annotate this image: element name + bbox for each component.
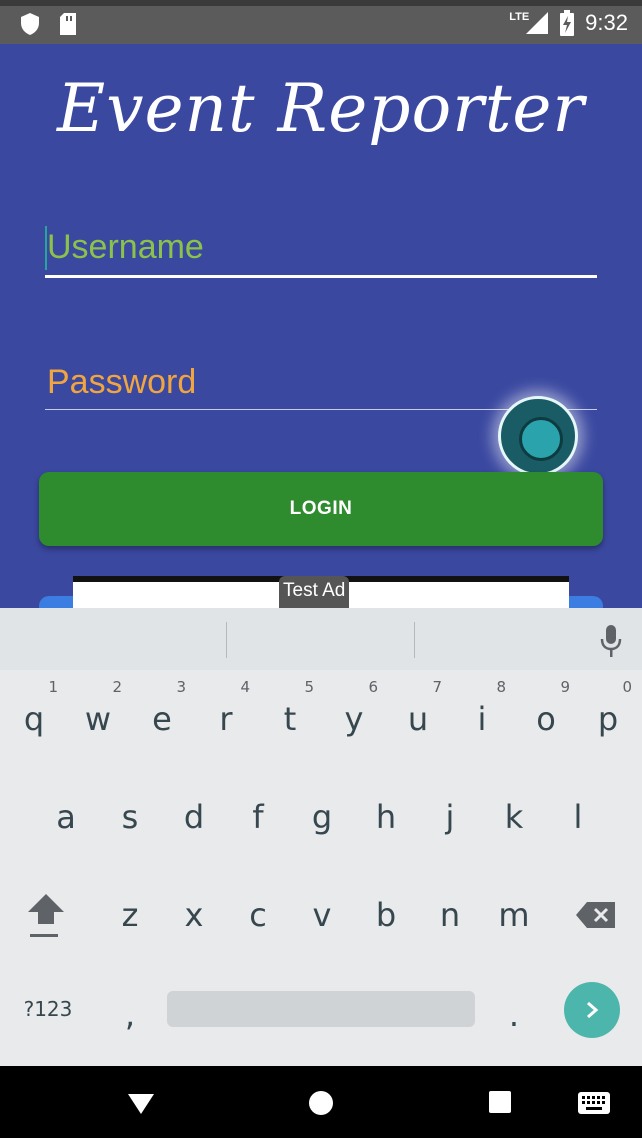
key-g[interactable]: g xyxy=(290,772,354,862)
key-y[interactable]: 6y xyxy=(322,674,386,764)
password-input[interactable] xyxy=(45,356,597,409)
username-field[interactable] xyxy=(45,220,597,278)
key-u[interactable]: 7u xyxy=(386,674,450,764)
key-t[interactable]: 5t xyxy=(258,674,322,764)
key-f[interactable]: f xyxy=(226,772,290,862)
backspace-icon xyxy=(576,902,615,928)
next-button[interactable] xyxy=(564,982,620,1038)
suggestion-divider xyxy=(226,622,227,658)
key-n[interactable]: n xyxy=(418,870,482,960)
key-p[interactable]: 0p xyxy=(576,674,640,764)
key-a[interactable]: a xyxy=(34,772,98,862)
soft-keyboard: 1q 2w 3e 4r 5t 6y 7u 8i 9o 0p a s d f g … xyxy=(0,608,642,1066)
space-bar[interactable] xyxy=(167,991,475,1027)
suggestion-strip xyxy=(0,608,642,670)
login-screen: Event Reporter LOGIN Test Ad xyxy=(0,44,642,608)
key-m[interactable]: m xyxy=(482,870,546,960)
network-type: LTE xyxy=(509,11,530,23)
key-s[interactable]: s xyxy=(98,772,162,862)
suggestion-divider xyxy=(414,622,415,658)
backspace-key[interactable] xyxy=(564,870,628,960)
key-c[interactable]: c xyxy=(226,870,290,960)
status-bar: LTE 9:32 xyxy=(0,0,642,44)
key-l[interactable]: l xyxy=(546,772,610,862)
symbols-key[interactable]: ?123 xyxy=(16,964,80,1054)
key-j[interactable]: j xyxy=(418,772,482,862)
key-z[interactable]: z xyxy=(98,870,162,960)
home-icon[interactable] xyxy=(308,1090,334,1116)
recents-icon[interactable] xyxy=(488,1090,512,1114)
sd-card-icon xyxy=(60,13,76,35)
key-e[interactable]: 3e xyxy=(130,674,194,764)
key-b[interactable]: b xyxy=(354,870,418,960)
text-cursor xyxy=(45,226,47,270)
key-d[interactable]: d xyxy=(162,772,226,862)
key-v[interactable]: v xyxy=(290,870,354,960)
touch-indicator xyxy=(498,396,578,476)
chevron-right-icon xyxy=(587,1001,599,1019)
microphone-icon[interactable] xyxy=(600,624,622,658)
app-title: Event Reporter xyxy=(57,70,585,147)
shift-key[interactable] xyxy=(14,870,78,960)
shield-icon xyxy=(21,13,39,35)
back-icon[interactable] xyxy=(126,1092,156,1116)
battery-charging-icon xyxy=(560,10,575,36)
login-button[interactable]: LOGIN xyxy=(39,472,603,546)
key-i[interactable]: 8i xyxy=(450,674,514,764)
navigation-bar xyxy=(0,1066,642,1138)
username-input[interactable] xyxy=(45,220,597,275)
period-key[interactable]: . xyxy=(482,970,546,1060)
shift-icon xyxy=(28,894,64,937)
key-o[interactable]: 9o xyxy=(514,674,578,764)
comma-key[interactable]: , xyxy=(98,970,162,1060)
key-q[interactable]: 1q xyxy=(2,674,66,764)
keyboard-switch-icon[interactable] xyxy=(578,1092,610,1114)
ad-label: Test Ad xyxy=(279,576,350,608)
key-r[interactable]: 4r xyxy=(194,674,258,764)
key-x[interactable]: x xyxy=(162,870,226,960)
password-field[interactable] xyxy=(45,356,597,410)
key-k[interactable]: k xyxy=(482,772,546,862)
key-w[interactable]: 2w xyxy=(66,674,130,764)
clock: 9:32 xyxy=(585,10,628,35)
key-h[interactable]: h xyxy=(354,772,418,862)
